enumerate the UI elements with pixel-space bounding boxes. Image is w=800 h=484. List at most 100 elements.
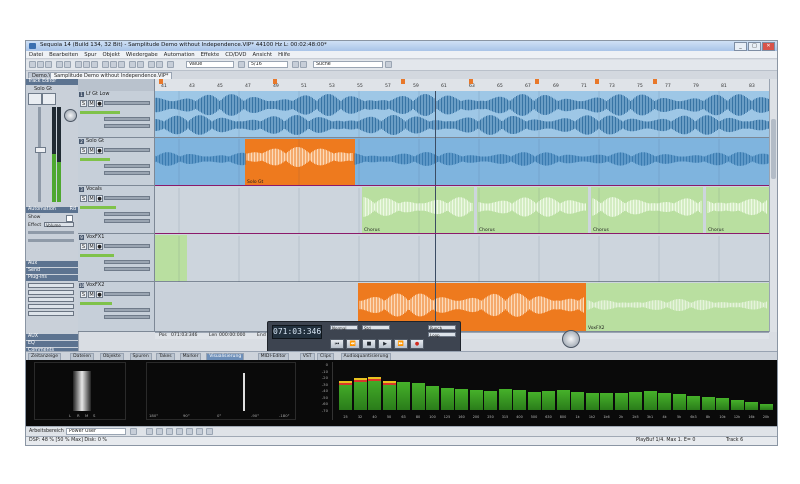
snap-icon[interactable] — [167, 61, 174, 68]
effect-select[interactable]: Volume — [44, 222, 74, 228]
marker-flag[interactable] — [273, 79, 277, 84]
pos-value[interactable]: 071:03:346 — [171, 333, 197, 339]
arrow-right-icon[interactable] — [300, 61, 307, 68]
volume-fader-track[interactable] — [38, 107, 41, 202]
volume-bar[interactable] — [80, 302, 112, 305]
mute-button[interactable]: M — [88, 147, 95, 154]
time-display[interactable]: 071:03:346 — [272, 325, 322, 339]
aux-slot[interactable] — [104, 219, 150, 223]
insert-slot[interactable] — [104, 244, 150, 248]
plugin-slot-5[interactable] — [28, 311, 74, 316]
mode-select[interactable]: Normal — [330, 325, 358, 331]
record-button[interactable]: ● — [96, 291, 103, 298]
plugin-slot-2[interactable] — [28, 290, 74, 295]
tool-icon[interactable] — [166, 428, 173, 435]
mute-button[interactable]: M — [88, 243, 95, 250]
search-icon[interactable] — [385, 61, 392, 68]
record-button[interactable]: ● — [96, 195, 103, 202]
track-header-3[interactable]: 3 Vocals S M ● — [78, 186, 154, 234]
section-aux-2[interactable]: AUX — [26, 334, 78, 340]
insert-slot[interactable] — [104, 196, 150, 200]
insert-slot[interactable] — [104, 148, 150, 152]
volume-bar[interactable] — [80, 254, 114, 257]
len-value[interactable]: 000:00:000 — [219, 333, 245, 339]
record-icon[interactable]: ● — [410, 339, 424, 349]
arrow-left-icon[interactable] — [292, 61, 299, 68]
open-file-icon[interactable] — [37, 61, 44, 68]
track-header-1[interactable]: 1 Lf Gt Low S M ● — [78, 91, 154, 138]
track-name[interactable]: Lf Gt Low — [86, 91, 109, 97]
record-button[interactable]: ● — [96, 100, 103, 107]
pan-knob[interactable] — [64, 109, 77, 122]
menu-objekt[interactable]: Objekt — [103, 51, 120, 58]
solo-button[interactable]: S — [80, 243, 87, 250]
menu-spur[interactable]: Spur — [84, 51, 96, 58]
mute-button[interactable]: M — [88, 195, 95, 202]
zoom-icon[interactable] — [129, 61, 136, 68]
go-to-start-button[interactable]: ⏮ — [330, 339, 344, 349]
track-header-9[interactable]: 9 VoxFX1 S M ● — [78, 234, 154, 282]
aux-slot[interactable] — [104, 267, 150, 271]
menu-datei[interactable]: Datei — [29, 51, 43, 58]
volume-bar[interactable] — [80, 111, 120, 114]
record-button[interactable]: ● — [96, 243, 103, 250]
solo-button[interactable]: S — [80, 147, 87, 154]
punch-button[interactable]: Punch — [428, 325, 456, 331]
grid-snap-icon[interactable] — [238, 61, 245, 68]
mute-button[interactable]: M — [88, 100, 95, 107]
pan-slot[interactable] — [104, 117, 150, 121]
plugin-slot-1[interactable] — [28, 283, 74, 288]
menu-wiedergabe[interactable]: Wiedergabe — [126, 51, 158, 58]
workspace-icon[interactable] — [130, 428, 137, 435]
menu-ansicht[interactable]: Ansicht — [253, 51, 273, 58]
pan-slot[interactable] — [104, 212, 150, 216]
copy-icon[interactable] — [83, 61, 90, 68]
arrangement-area[interactable]: Solo Gt VoxFX2 Chorus Chorus Chorus Chor… — [155, 91, 769, 332]
plugin-slot-4[interactable] — [28, 304, 74, 309]
track-name[interactable]: VoxFX1 — [86, 234, 104, 240]
marker-icon[interactable] — [148, 61, 155, 68]
pan-slot[interactable] — [104, 308, 150, 312]
track-name[interactable]: VoxFX2 — [86, 282, 104, 288]
section-aux[interactable]: Aux — [26, 261, 78, 267]
master-volume-knob[interactable] — [562, 330, 580, 348]
volume-fader-knob[interactable] — [35, 147, 46, 153]
save-icon[interactable] — [45, 61, 52, 68]
scroll-thumb[interactable] — [771, 119, 776, 179]
menu-bearbeiten[interactable]: Bearbeiten — [49, 51, 78, 58]
mouse-mode-icon[interactable] — [102, 61, 109, 68]
menu-effekte[interactable]: Effekte — [201, 51, 220, 58]
show-checkbox[interactable] — [66, 215, 73, 222]
section-eq[interactable]: EQ — [26, 341, 78, 347]
track-name[interactable]: Solo Gt — [86, 138, 104, 144]
marker-flag[interactable] — [653, 79, 657, 84]
cut-icon[interactable] — [75, 61, 82, 68]
volume-bar[interactable] — [80, 206, 116, 209]
undo-icon[interactable] — [56, 61, 63, 68]
insert-slot[interactable] — [104, 292, 150, 296]
redo-icon[interactable] — [64, 61, 71, 68]
marker-flag[interactable] — [469, 79, 473, 84]
tool-icon[interactable] — [196, 428, 203, 435]
fast-forward-button[interactable]: ⏩ — [394, 339, 408, 349]
track-name[interactable]: Vocals — [86, 186, 102, 192]
automation-line[interactable] — [155, 233, 769, 234]
record-arm-icon[interactable] — [28, 93, 42, 105]
menu-hilfe[interactable]: Hilfe — [278, 51, 290, 58]
loop-button[interactable]: Loop — [428, 332, 456, 338]
value-combo[interactable]: Value — [186, 61, 234, 68]
search-input[interactable]: Suche — [313, 61, 383, 68]
loop-icon[interactable] — [156, 61, 163, 68]
minimize-button[interactable]: _ — [734, 42, 747, 51]
vertical-scrollbar[interactable] — [769, 79, 777, 332]
tool-icon[interactable] — [176, 428, 183, 435]
maximize-button[interactable]: □ — [748, 42, 761, 51]
menu-automation[interactable]: Automation — [164, 51, 195, 58]
quantize-combo[interactable]: 5/16 — [248, 61, 288, 68]
std-select[interactable]: Std — [362, 325, 390, 331]
volume-bar[interactable] — [80, 158, 110, 161]
tool-icon[interactable] — [146, 428, 153, 435]
pan-slot[interactable] — [104, 260, 150, 264]
close-button[interactable]: ✕ — [762, 42, 775, 51]
mute-button[interactable]: M — [88, 291, 95, 298]
